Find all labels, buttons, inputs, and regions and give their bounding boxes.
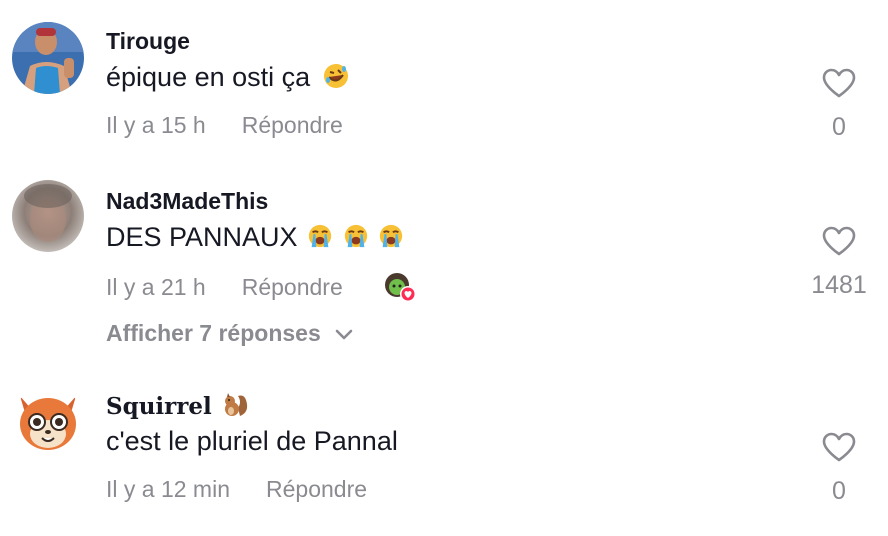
heart-outline-icon[interactable]	[800, 68, 878, 103]
comment-username[interactable]: Tirouge	[106, 28, 190, 55]
like-count: 0	[832, 477, 846, 505]
like-section: 0	[800, 68, 878, 142]
comment-item: Nad3MadeThis DES PANNAUX Il y a 21 h Rép…	[0, 160, 888, 360]
comment-time: Il y a 15 h	[106, 112, 206, 138]
comment-item: Tirouge épique en osti ça Il y a 15 h Ré…	[0, 0, 888, 160]
comment-text: c'est le pluriel de Pannal	[106, 426, 398, 457]
creator-liked-badge	[383, 270, 417, 304]
comment-text-content: DES PANNAUX	[106, 222, 298, 252]
comment-time: Il y a 12 min	[106, 476, 230, 502]
comment-text-content: épique en osti ça	[106, 62, 311, 92]
like-count: 0	[832, 113, 846, 141]
comment-time: Il y a 21 h	[106, 273, 206, 300]
avatar[interactable]	[12, 22, 84, 94]
heart-outline-icon[interactable]	[800, 432, 878, 467]
reply-button[interactable]: Répondre	[266, 476, 367, 503]
chevron-down-icon	[321, 320, 353, 347]
heart-outline-icon[interactable]	[800, 226, 878, 261]
crying-emoji-icon	[376, 222, 404, 252]
squirrel-emoji-icon	[220, 393, 250, 420]
crying-emoji-icon	[305, 222, 341, 252]
comment-text-content: c'est le pluriel de Pannal	[106, 426, 398, 456]
like-section: 1481	[800, 226, 878, 300]
comment-item: Squirrel c'est le pluriel de Pannal Il y…	[0, 370, 888, 536]
comment-meta: Il y a 21 h Répondre	[106, 270, 417, 304]
comment-username[interactable]: Squirrel	[106, 392, 250, 420]
like-section: 0	[800, 432, 878, 506]
like-count: 1481	[811, 271, 867, 299]
reply-button[interactable]: Répondre	[242, 274, 343, 301]
laughing-emoji-icon	[318, 62, 350, 92]
comment-text: épique en osti ça	[106, 62, 350, 93]
comment-meta: Il y a 15 h Répondre	[106, 112, 343, 139]
crying-emoji-icon	[341, 222, 377, 252]
avatar[interactable]	[12, 180, 84, 252]
reply-button[interactable]: Répondre	[242, 112, 343, 139]
view-replies-label: Afficher 7 réponses	[106, 320, 321, 346]
avatar[interactable]	[12, 386, 84, 458]
comment-text: DES PANNAUX	[106, 222, 404, 253]
comment-username-text: Squirrel	[106, 393, 212, 420]
comment-username[interactable]: Nad3MadeThis	[106, 188, 268, 215]
view-replies-button[interactable]: Afficher 7 réponses	[106, 320, 353, 347]
comment-meta: Il y a 12 min Répondre	[106, 476, 367, 503]
